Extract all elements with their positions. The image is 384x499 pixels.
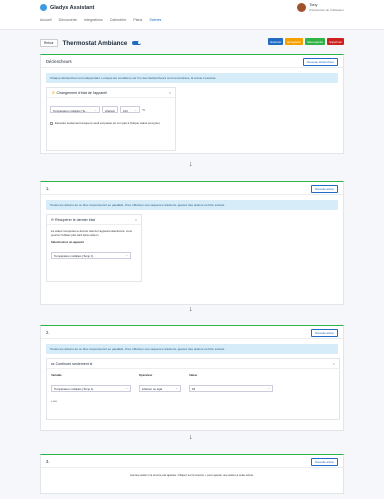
scene-active-toggle[interactable] xyxy=(132,40,142,46)
close-icon[interactable]: × xyxy=(333,362,335,366)
user-menu[interactable]: Tony Paramètres de l'utilisateur xyxy=(297,3,344,12)
trigger-card-title: Changement d'état de l'appareil xyxy=(56,91,108,95)
device-select[interactable]: Température multiples (Temp 1) xyxy=(51,251,131,259)
user-subtitle: Paramètres de l'utilisateur xyxy=(309,7,344,12)
operator-select[interactable]: inférieur ou égal xyxy=(139,384,181,392)
arrow-down-icon: ↓ xyxy=(189,306,193,313)
nav-item-integrations[interactable]: Intégrations xyxy=(84,18,103,22)
action-block-3: 3. Nouvelle action Aucune action n'a enco… xyxy=(40,454,344,494)
nav-item-decouverte[interactable]: Découverte xyxy=(59,18,77,22)
top-bar: Gladys Assistant Tony Paramètres de l'uti… xyxy=(0,0,384,30)
variable-label: Variable xyxy=(51,373,62,377)
block-number: 3. xyxy=(46,458,50,464)
device-label: Sélectionnez un appareil xyxy=(51,240,84,244)
new-trigger-button[interactable]: Nouveau déclencheur xyxy=(302,58,338,66)
page-title: Thermostat Ambiance xyxy=(62,39,128,47)
nav-item-calendrier[interactable]: Calendrier xyxy=(110,18,127,22)
brand[interactable]: Gladys Assistant xyxy=(40,4,94,11)
threshold-label: Exécuter seulement lorsque le seuil est … xyxy=(55,121,160,125)
save-button[interactable]: Sauvegarder xyxy=(305,38,326,45)
operator-label: Opérateur xyxy=(139,373,153,377)
close-icon[interactable]: × xyxy=(135,218,137,222)
avatar xyxy=(297,3,307,12)
gladys-logo-icon xyxy=(40,4,47,11)
triggers-header: Déclencheurs Nouveau déclencheur xyxy=(41,55,343,68)
new-action-button[interactable]: Nouvelle action xyxy=(310,458,338,466)
threshold-checkbox[interactable] xyxy=(50,122,53,125)
edit-button[interactable]: Enregistrer xyxy=(285,38,304,45)
empty-block-message: Aucune action n'a encore été ajoutée. Cl… xyxy=(130,473,254,477)
nav-item-accueil[interactable]: Accueil xyxy=(40,18,52,22)
new-action-button[interactable]: Nouvelle action xyxy=(310,329,338,337)
value-input[interactable]: 18 xyxy=(189,384,273,392)
user-name: Tony xyxy=(309,3,318,7)
condition-title: Continuer seulement si xyxy=(55,362,93,366)
test-button[interactable]: Exécuter xyxy=(268,38,284,45)
action-block-1: 1. Nouvelle action Toutes les actions de … xyxy=(40,181,344,305)
value-label: Valeur xyxy=(189,373,198,377)
trigger-card: ⚡ Changement d'état de l'appareil × Tempé… xyxy=(46,87,176,151)
action-card: ⟳ Récupérer le dernier état × La valeur r… xyxy=(46,214,142,282)
condition-card: ⋈ Continuer seulement si × Variable Tempér… xyxy=(46,358,340,420)
action-description: La valeur récupérée le dernier état de l… xyxy=(51,229,132,237)
add-or-button[interactable]: + ou xyxy=(47,399,339,403)
delete-button[interactable]: Supprimer xyxy=(327,38,344,45)
trigger-value-input[interactable]: 120 xyxy=(120,106,140,113)
main-nav: Accueil Découverte Intégrations Calendri… xyxy=(40,18,161,22)
triggers-title: Déclencheurs xyxy=(46,58,72,64)
triggers-card: Déclencheurs Nouveau déclencheur Chaque … xyxy=(40,54,344,154)
triggers-info: Chaque déclencheur est indépendant. Lors… xyxy=(46,73,338,83)
block-number: 2. xyxy=(46,329,50,335)
block-number: 1. xyxy=(46,185,50,191)
trigger-unit: °C xyxy=(142,107,146,112)
nav-item-plans[interactable]: Plans xyxy=(133,18,142,22)
close-icon[interactable]: × xyxy=(169,91,171,95)
trigger-operator-select[interactable]: inférieur xyxy=(102,106,118,113)
action-block-2: 2. Nouvelle action Toutes les actions de … xyxy=(40,325,344,431)
arrow-down-icon: ↓ xyxy=(189,434,193,441)
brand-name: Gladys Assistant xyxy=(50,4,95,11)
arrow-down-icon: ↓ xyxy=(189,161,193,168)
new-action-button[interactable]: Nouvelle action xyxy=(310,185,338,193)
block-info: Toutes les actions de ce bloc s'exécuter… xyxy=(46,200,338,210)
action-title: Récupérer le dernier état xyxy=(55,218,95,222)
trigger-device-select[interactable]: Température multiples (Te... xyxy=(50,106,100,113)
variable-select[interactable]: Température multiples (Temp 1) xyxy=(51,384,131,392)
scene-actions: Exécuter Enregistrer Sauvegarder Supprim… xyxy=(268,38,344,45)
nav-item-scenes[interactable]: Scènes xyxy=(149,18,161,22)
back-button[interactable]: Retour xyxy=(40,39,58,47)
block-info: Toutes les actions de ce bloc s'exécuter… xyxy=(46,344,338,354)
